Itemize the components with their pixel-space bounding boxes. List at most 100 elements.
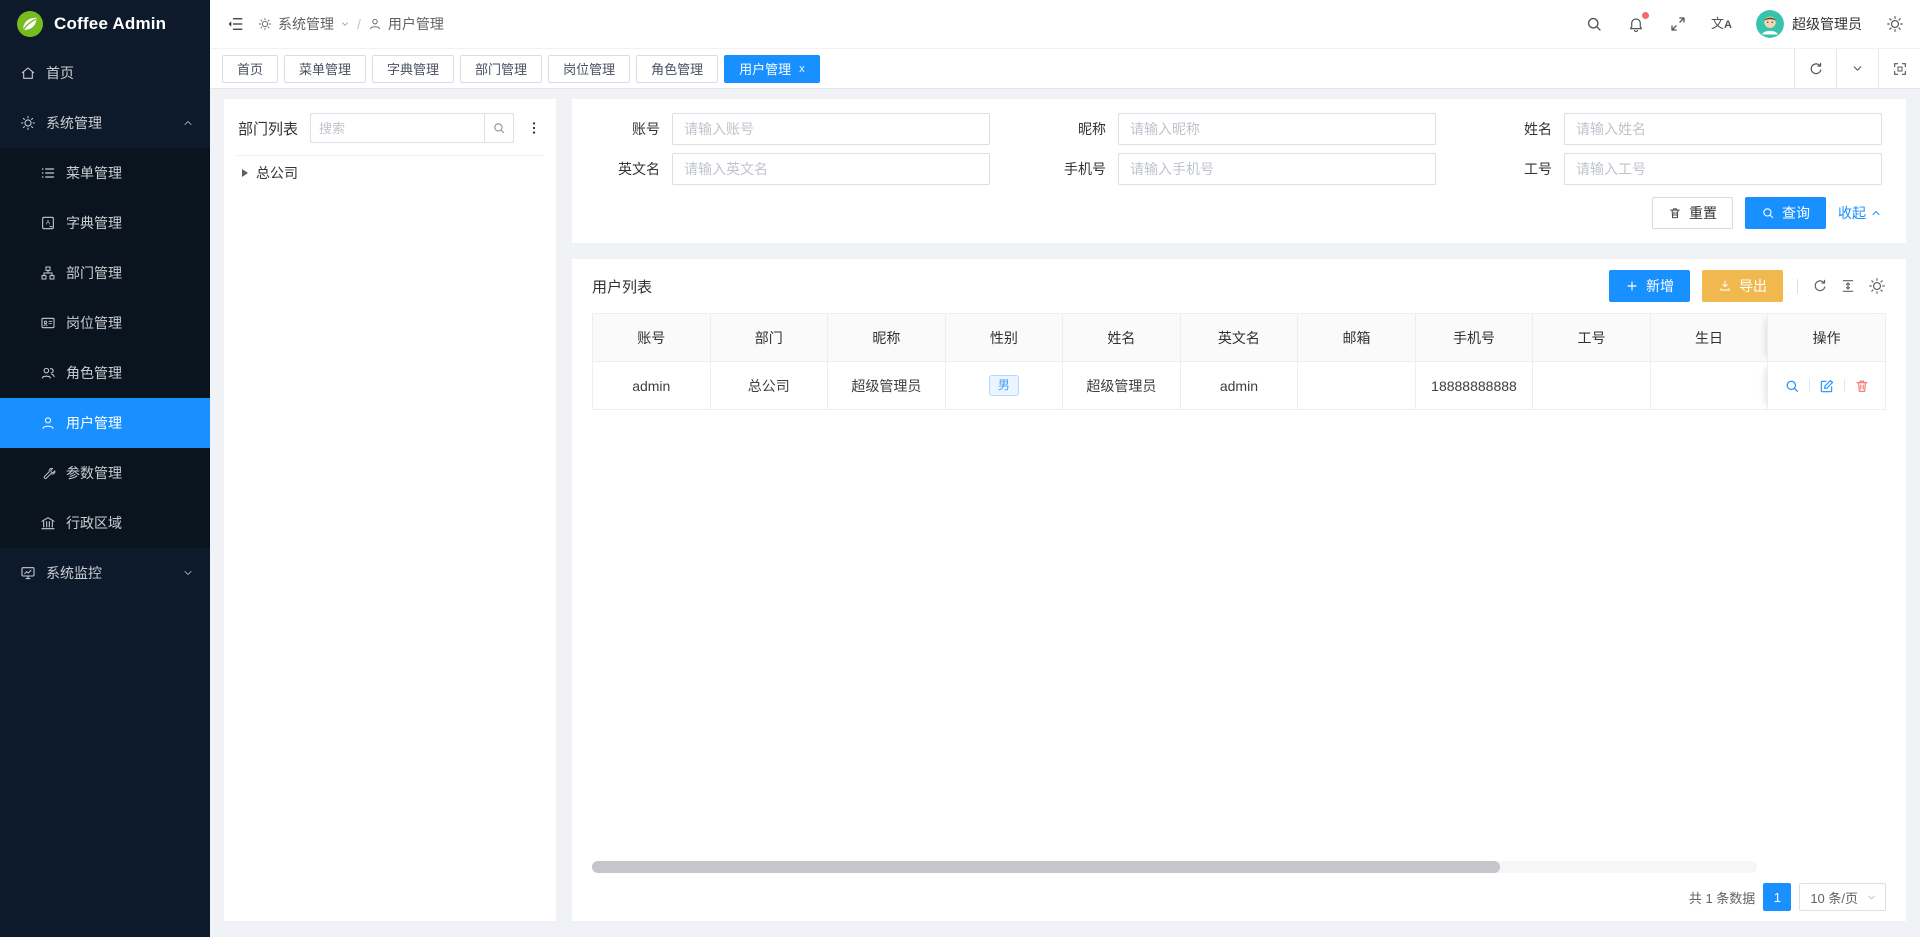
refresh-table-button[interactable] — [1812, 278, 1828, 294]
username-label: 超级管理员 — [1792, 14, 1862, 34]
refresh-icon — [1812, 278, 1828, 294]
language-switch-button[interactable]: 文A — [1711, 17, 1732, 31]
col-operations[interactable]: 操作 — [1768, 314, 1886, 362]
sidebar-item-dict-mgmt[interactable]: 字典管理 — [0, 198, 210, 248]
scrollbar-thumb[interactable] — [592, 861, 1500, 873]
tab-dept-mgmt[interactable]: 部门管理 — [460, 55, 542, 83]
cell-work-no — [1533, 362, 1651, 410]
cell-account: admin — [593, 362, 711, 410]
tab-label: 字典管理 — [387, 59, 439, 78]
refresh-tab-button[interactable] — [1794, 49, 1836, 88]
col-birthday[interactable]: 生日 — [1650, 314, 1768, 362]
department-more-button[interactable] — [526, 120, 542, 136]
phone-input[interactable] — [1118, 153, 1436, 185]
sidebar-item-param-mgmt[interactable]: 参数管理 — [0, 448, 210, 498]
collapse-link-label: 收起 — [1838, 203, 1866, 223]
page-button-1[interactable]: 1 — [1763, 883, 1791, 911]
user-menu[interactable]: 超级管理员 — [1756, 10, 1862, 38]
column-settings-button[interactable] — [1868, 277, 1886, 295]
col-phone[interactable]: 手机号 — [1415, 314, 1533, 362]
col-account[interactable]: 账号 — [593, 314, 711, 362]
sidebar-item-user-mgmt[interactable]: 用户管理 — [0, 398, 210, 448]
account-input[interactable] — [672, 113, 990, 145]
sidebar-item-system-mgmt[interactable]: 系统管理 — [0, 98, 210, 148]
row-density-button[interactable] — [1840, 278, 1856, 294]
field-label: 工号 — [1488, 159, 1552, 179]
sidebar-menu: 首页 系统管理 菜单管理 字典管理 部门管理 — [0, 48, 210, 598]
org-chart-icon — [40, 265, 56, 281]
tab-home[interactable]: 首页 — [222, 55, 278, 83]
breadcrumb-parent[interactable]: 系统管理 — [258, 14, 350, 34]
sidebar-item-menu-mgmt[interactable]: 菜单管理 — [0, 148, 210, 198]
tab-dict-mgmt[interactable]: 字典管理 — [372, 55, 454, 83]
search-form-actions: 重置 查询 收起 — [572, 185, 1906, 231]
sidebar-item-role-mgmt[interactable]: 角色管理 — [0, 348, 210, 398]
sidebar-collapse-button[interactable] — [226, 15, 244, 33]
tab-post-mgmt[interactable]: 岗位管理 — [548, 55, 630, 83]
horizontal-scrollbar[interactable] — [592, 861, 1757, 873]
col-dept[interactable]: 部门 — [710, 314, 828, 362]
sidebar-item-system-monitor[interactable]: 系统监控 — [0, 548, 210, 598]
col-en-name[interactable]: 英文名 — [1180, 314, 1298, 362]
sidebar-item-admin-region[interactable]: 行政区域 — [0, 498, 210, 548]
menu-fold-icon — [226, 15, 244, 33]
table-empty-space — [592, 410, 1886, 861]
app-logo[interactable]: Coffee Admin — [0, 0, 210, 48]
refresh-icon — [1808, 61, 1824, 77]
reset-button[interactable]: 重置 — [1652, 197, 1733, 229]
col-work-no[interactable]: 工号 — [1533, 314, 1651, 362]
tab-label: 岗位管理 — [563, 59, 615, 78]
sidebar-item-label: 用户管理 — [66, 413, 122, 433]
en-name-input[interactable] — [672, 153, 990, 185]
name-input[interactable] — [1564, 113, 1882, 145]
delete-button[interactable] — [1854, 378, 1870, 394]
global-search-button[interactable] — [1585, 15, 1603, 33]
breadcrumb-current[interactable]: 用户管理 — [368, 14, 444, 34]
col-email[interactable]: 邮箱 — [1298, 314, 1416, 362]
topbar: 系统管理 / 用户管理 — [210, 0, 1920, 48]
search-icon — [492, 121, 506, 135]
notifications-button[interactable] — [1627, 15, 1645, 33]
nickname-input[interactable] — [1118, 113, 1436, 145]
department-search-button[interactable] — [484, 113, 514, 143]
view-button[interactable] — [1784, 378, 1800, 394]
tab-close-icon[interactable]: x — [799, 63, 805, 75]
system-mgmt-submenu: 菜单管理 字典管理 部门管理 岗位管理 角色管理 — [0, 148, 210, 548]
tree-node-root[interactable]: 总公司 — [236, 156, 544, 190]
sidebar-item-dept-mgmt[interactable]: 部门管理 — [0, 248, 210, 298]
add-user-button[interactable]: 新增 — [1609, 270, 1690, 302]
page-size-select[interactable]: 10 条/页 — [1799, 883, 1886, 911]
cell-gender: 男 — [945, 362, 1063, 410]
tab-user-mgmt[interactable]: 用户管理 x — [724, 55, 820, 83]
query-button[interactable]: 查询 — [1745, 197, 1826, 229]
col-gender[interactable]: 性别 — [945, 314, 1063, 362]
tab-role-mgmt[interactable]: 角色管理 — [636, 55, 718, 83]
op-divider — [1809, 379, 1810, 392]
reset-button-label: 重置 — [1689, 203, 1717, 223]
content-fullscreen-button[interactable] — [1878, 49, 1920, 88]
fullscreen-button[interactable] — [1669, 15, 1687, 33]
work-no-input[interactable] — [1564, 153, 1882, 185]
tab-menu-mgmt[interactable]: 菜单管理 — [284, 55, 366, 83]
sidebar-item-home[interactable]: 首页 — [0, 48, 210, 98]
op-divider — [1844, 379, 1845, 392]
sidebar-item-post-mgmt[interactable]: 岗位管理 — [0, 298, 210, 348]
settings-button[interactable] — [1886, 15, 1904, 33]
trash-icon — [1668, 206, 1682, 220]
tab-options-button[interactable] — [1836, 49, 1878, 88]
department-panel-title: 部门列表 — [238, 118, 298, 139]
collapse-form-link[interactable]: 收起 — [1838, 203, 1882, 223]
table-title: 用户列表 — [592, 276, 652, 297]
table-row[interactable]: admin 总公司 超级管理员 男 超级管理员 admin 1888888888… — [593, 362, 1886, 410]
chevron-up-icon — [1870, 207, 1882, 219]
tab-label: 用户管理 — [739, 59, 791, 78]
query-button-label: 查询 — [1782, 203, 1810, 223]
avatar — [1756, 10, 1784, 38]
leaf-logo-icon — [16, 10, 44, 38]
department-search-input[interactable] — [310, 113, 484, 143]
edit-button[interactable] — [1819, 378, 1835, 394]
caret-right-icon[interactable] — [242, 169, 248, 177]
export-button[interactable]: 导出 — [1702, 270, 1783, 302]
col-nickname[interactable]: 昵称 — [828, 314, 946, 362]
col-name[interactable]: 姓名 — [1063, 314, 1181, 362]
